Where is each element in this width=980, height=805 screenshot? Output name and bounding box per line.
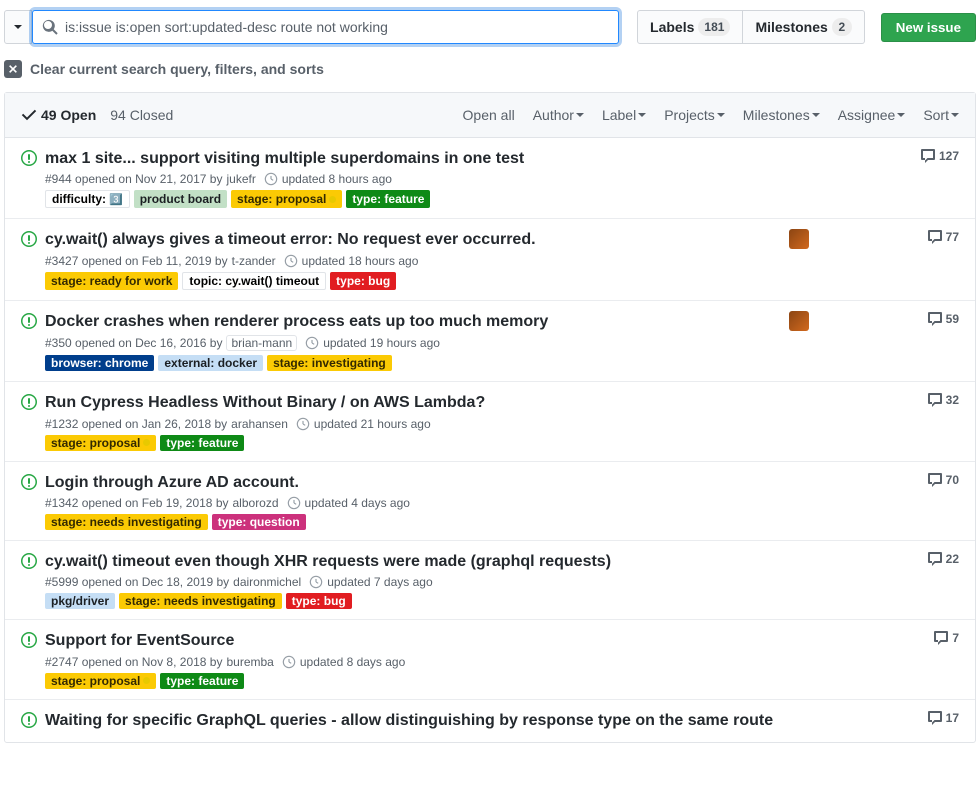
- issue-label[interactable]: stage: proposal: [45, 673, 156, 689]
- issue-author[interactable]: daironmichel: [233, 575, 301, 589]
- issue-label[interactable]: external: docker: [158, 355, 263, 371]
- check-icon: [21, 107, 37, 123]
- subnav: Labels 181 Milestones 2 New issue: [0, 0, 980, 54]
- issue-row: Docker crashes when renderer process eat…: [5, 301, 975, 382]
- issue-open-icon: [21, 392, 41, 450]
- comments-link[interactable]: 32: [927, 392, 959, 408]
- issues-list: 49 Open 94 Closed Open all Author Label Pro…: [4, 92, 976, 743]
- assignee-avatar[interactable]: [789, 229, 809, 249]
- issue-row: Run Cypress Headless Without Binary / on…: [5, 382, 975, 461]
- issue-title-link[interactable]: Run Cypress Headless Without Binary / on…: [45, 394, 485, 411]
- issue-title-link[interactable]: Support for EventSource: [45, 632, 234, 649]
- issue-label[interactable]: stage: ready for work: [45, 272, 178, 290]
- labels-count: 181: [698, 18, 730, 36]
- issue-title-link[interactable]: Waiting for specific GraphQL queries - a…: [45, 712, 773, 729]
- issue-title-link[interactable]: cy.wait() always gives a timeout error: …: [45, 231, 536, 248]
- issue-open-icon: [21, 148, 41, 208]
- issue-meta: #2747 opened on Nov 8, 2018 by buremba u…: [45, 655, 779, 669]
- issue-author[interactable]: jukefr: [226, 172, 255, 186]
- issue-author[interactable]: t-zander: [232, 254, 276, 268]
- issue-row: Waiting for specific GraphQL queries - a…: [5, 700, 975, 742]
- issue-author[interactable]: buremba: [226, 655, 273, 669]
- assignee-avatar[interactable]: [789, 311, 809, 331]
- issue-label[interactable]: stage: needs investigating: [45, 514, 208, 530]
- issue-label[interactable]: topic: cy.wait() timeout: [182, 272, 326, 290]
- issue-row: cy.wait() timeout even though XHR reques…: [5, 541, 975, 620]
- issue-label[interactable]: type: question: [212, 514, 306, 530]
- issue-row: Login through Azure AD account. #1342 ope…: [5, 462, 975, 541]
- comments-link[interactable]: 22: [927, 551, 959, 567]
- issue-author[interactable]: brian-mann: [226, 335, 297, 351]
- comments-link[interactable]: 7: [933, 630, 959, 646]
- issue-open-icon: [21, 311, 41, 371]
- issue-title-link[interactable]: Login through Azure AD account.: [45, 474, 299, 491]
- toolbar-milestones[interactable]: Milestones: [743, 107, 820, 123]
- issue-label[interactable]: product board: [134, 190, 227, 208]
- issue-author[interactable]: arahansen: [231, 417, 288, 431]
- issue-label[interactable]: stage: investigating: [267, 355, 392, 371]
- issue-label[interactable]: type: feature: [346, 190, 430, 208]
- toolbar-projects[interactable]: Projects: [664, 107, 725, 123]
- close-icon: [4, 60, 22, 78]
- issue-meta: #1232 opened on Jan 26, 2018 by arahanse…: [45, 417, 779, 431]
- filters-dropdown[interactable]: [4, 10, 32, 44]
- open-issues-tab[interactable]: 49 Open: [21, 107, 96, 123]
- issue-label[interactable]: type: bug: [330, 272, 396, 290]
- labels-button[interactable]: Labels 181: [637, 10, 743, 44]
- search-input[interactable]: [32, 10, 619, 44]
- clear-search-link[interactable]: Clear current search query, filters, and…: [0, 54, 980, 92]
- issue-meta: #944 opened on Nov 21, 2017 by jukefr up…: [45, 172, 779, 186]
- issues-toolbar: Open all Author Label Projects Milestones Ass…: [463, 107, 959, 123]
- milestones-button[interactable]: Milestones 2: [743, 10, 864, 44]
- issue-meta: #3427 opened on Feb 11, 2019 by t-zander…: [45, 254, 779, 268]
- issue-label[interactable]: type: feature: [160, 435, 244, 451]
- milestones-text: Milestones: [755, 19, 827, 35]
- comments-link[interactable]: 59: [927, 311, 959, 327]
- issue-meta: #350 opened on Dec 16, 2016 by brian-man…: [45, 335, 779, 351]
- issues-list-header: 49 Open 94 Closed Open all Author Label Pro…: [5, 93, 975, 138]
- comments-link[interactable]: 70: [927, 472, 959, 488]
- issue-meta: #1342 opened on Feb 19, 2018 by alborozd…: [45, 496, 779, 510]
- issue-row: Support for EventSource #2747 opened on N…: [5, 620, 975, 699]
- issue-title-link[interactable]: Docker crashes when renderer process eat…: [45, 313, 548, 330]
- toolbar-sort[interactable]: Sort: [923, 107, 959, 123]
- toolbar-author[interactable]: Author: [533, 107, 584, 123]
- search-icon: [42, 19, 58, 35]
- toolbar-assignee[interactable]: Assignee: [838, 107, 906, 123]
- issue-label[interactable]: type: bug: [286, 593, 352, 609]
- issue-title-link[interactable]: cy.wait() timeout even though XHR reques…: [45, 553, 611, 570]
- issue-row: max 1 site... support visiting multiple …: [5, 138, 975, 219]
- clear-search-text: Clear current search query, filters, and…: [30, 61, 324, 77]
- issue-open-icon: [21, 630, 41, 688]
- milestones-count: 2: [832, 18, 852, 36]
- issue-open-icon: [21, 551, 41, 609]
- toolbar-label[interactable]: Label: [602, 107, 646, 123]
- issue-title-link[interactable]: max 1 site... support visiting multiple …: [45, 150, 524, 167]
- issue-label[interactable]: stage: needs investigating: [119, 593, 282, 609]
- comments-link[interactable]: 127: [920, 148, 959, 164]
- issue-meta: #5999 opened on Dec 18, 2019 by daironmi…: [45, 575, 779, 589]
- issue-author[interactable]: alborozd: [233, 496, 279, 510]
- comments-link[interactable]: 77: [927, 229, 959, 245]
- issue-label[interactable]: pkg/driver: [45, 593, 115, 609]
- issue-row: cy.wait() always gives a timeout error: …: [5, 219, 975, 300]
- issue-label[interactable]: stage: proposal: [231, 190, 342, 208]
- issue-label[interactable]: browser: chrome: [45, 355, 154, 371]
- new-issue-button[interactable]: New issue: [881, 13, 976, 42]
- issue-label[interactable]: stage: proposal: [45, 435, 156, 451]
- closed-issues-tab[interactable]: 94 Closed: [110, 107, 173, 123]
- issue-label[interactable]: type: feature: [160, 673, 244, 689]
- comments-link[interactable]: 17: [927, 710, 959, 726]
- issue-open-icon: [21, 472, 41, 530]
- issue-open-icon: [21, 229, 41, 289]
- toolbar-open-all[interactable]: Open all: [463, 107, 515, 123]
- issue-label[interactable]: difficulty: 3️⃣: [45, 190, 130, 208]
- labels-text: Labels: [650, 19, 694, 35]
- issue-open-icon: [21, 710, 41, 732]
